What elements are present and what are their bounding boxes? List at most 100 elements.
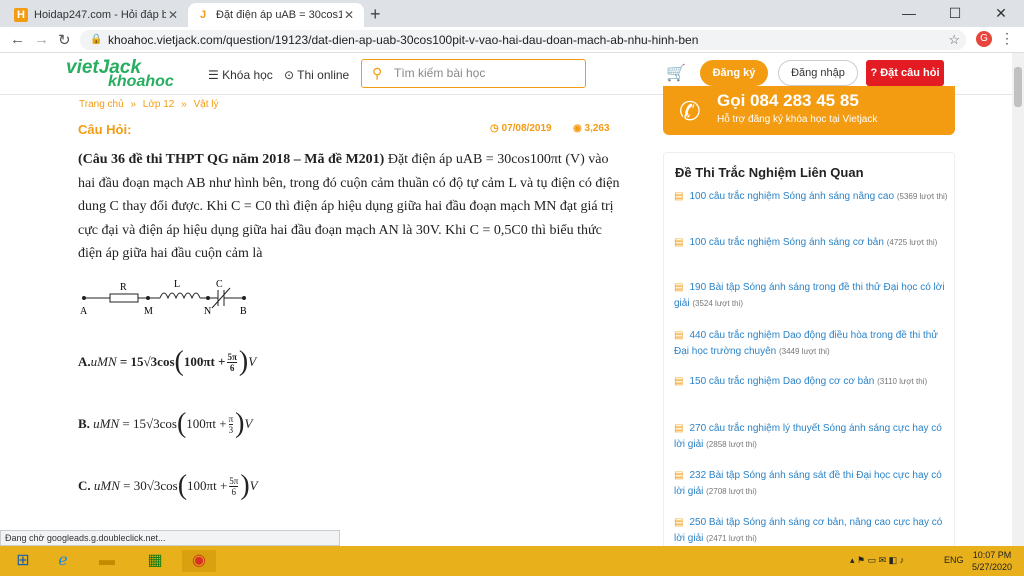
menu-khoa-hoc[interactable]: ☰ Khóa học bbox=[208, 68, 273, 82]
hotline-subtitle: Hỗ trợ đăng ký khóa học tại Vietjack bbox=[717, 114, 878, 125]
language-indicator[interactable]: ENG bbox=[944, 555, 964, 565]
profile-avatar[interactable]: G bbox=[976, 31, 992, 47]
store-icon[interactable]: ▦ bbox=[140, 550, 170, 572]
answer-b[interactable]: B. uMN = 15√3cos(100πt + π 3) V bbox=[78, 410, 252, 438]
breadcrumb-sep: » bbox=[130, 99, 136, 110]
document-icon: ▤ bbox=[674, 423, 684, 434]
question-views: ◉ 3,263 bbox=[573, 123, 610, 134]
page-scrollbar[interactable] bbox=[1012, 53, 1024, 546]
tab-vietjack-question[interactable]: J Đặt điện áp uAB = 30cos100πt (V ✕ bbox=[188, 3, 364, 27]
document-icon: ▤ bbox=[674, 376, 684, 387]
menu-thi-online[interactable]: ⊙ Thi online bbox=[284, 68, 349, 82]
minimize-icon[interactable]: — bbox=[886, 0, 932, 27]
views-text: 3,263 bbox=[584, 123, 610, 134]
answer-label: A. bbox=[78, 354, 91, 369]
reload-icon[interactable]: ↻ bbox=[58, 31, 71, 49]
hoidap-favicon-icon: H bbox=[14, 8, 28, 22]
related-item[interactable]: ▤ 100 câu trắc nghiệm Sóng ánh sáng nâng … bbox=[674, 189, 950, 205]
tab-title: Đặt điện áp uAB = 30cos100πt (V bbox=[216, 9, 342, 21]
close-window-icon[interactable]: ✕ bbox=[978, 0, 1024, 27]
internet-explorer-icon[interactable]: ℯ bbox=[48, 550, 78, 572]
answer-unit: V bbox=[244, 416, 253, 431]
tab-hoidap247[interactable]: H Hoidap247.com - Hỏi đáp bài tập ✕ bbox=[6, 3, 188, 27]
back-icon[interactable]: ← bbox=[10, 31, 25, 48]
question-text: (Câu 36 đề thi THPT QG năm 2018 – Mã đề … bbox=[78, 148, 623, 266]
bookmark-star-icon[interactable]: ☆ bbox=[948, 30, 960, 50]
label-B: B bbox=[240, 306, 247, 317]
date-text: 07/08/2019 bbox=[501, 123, 552, 134]
register-button[interactable]: Đăng ký bbox=[700, 60, 768, 86]
breadcrumb-grade[interactable]: Lớp 12 bbox=[143, 99, 175, 110]
clock-time: 10:07 PM bbox=[972, 550, 1012, 560]
breadcrumb-home[interactable]: Trang chủ bbox=[79, 99, 124, 110]
browser-menu-icon[interactable]: ⋮ bbox=[1000, 30, 1014, 47]
related-item[interactable]: ▤ 250 Bài tập Sóng ánh sáng cơ bản, nâng … bbox=[674, 515, 950, 546]
related-item-views: (5369 lượt thi) bbox=[896, 192, 948, 201]
frac-den: 3 bbox=[228, 424, 234, 435]
related-item-title: 100 câu trắc nghiệm Sóng ánh sáng cơ bản bbox=[689, 237, 884, 248]
tray-icons[interactable]: ▴ ⚑ ▭ ✉ ◧ ♪ bbox=[850, 555, 904, 566]
khoahoc-logo[interactable]: khoahoc bbox=[108, 73, 174, 91]
login-button[interactable]: Đăng nhập bbox=[778, 60, 858, 86]
check-circle-icon: ⊙ bbox=[284, 68, 298, 82]
answer-arg: 100πt + bbox=[183, 354, 226, 369]
button-label: Đặt câu hỏi bbox=[880, 67, 940, 79]
related-item[interactable]: ▤ 100 câu trắc nghiệm Sóng ánh sáng cơ bả… bbox=[674, 235, 950, 251]
answer-c[interactable]: C. uMN = 30√3cos(100πt +5π 6) V bbox=[78, 472, 258, 500]
related-title: Đề Thi Trắc Nghiệm Liên Quan bbox=[675, 165, 864, 180]
related-item-views: (2708 lượt thi) bbox=[706, 486, 757, 496]
breadcrumb-sep: » bbox=[181, 99, 187, 110]
file-explorer-icon[interactable]: ▬ bbox=[92, 550, 122, 572]
answer-a[interactable]: A. uMN = 15√3cos(100πt +5π 6) V bbox=[78, 348, 256, 376]
answer-fraction: 5π 6 bbox=[227, 352, 237, 373]
answer-label: C. bbox=[78, 478, 91, 493]
document-icon: ▤ bbox=[674, 282, 684, 293]
close-tab-icon[interactable]: ✕ bbox=[342, 8, 356, 22]
related-item-views: (4725 lượt thi) bbox=[886, 238, 938, 247]
forward-icon[interactable]: → bbox=[34, 31, 49, 48]
label-M: M bbox=[144, 306, 153, 317]
chrome-icon[interactable]: ◉ bbox=[182, 550, 216, 572]
hotline-banner[interactable]: ✆ Gọi 084 283 45 85 Hỗ trợ đăng ký khóa … bbox=[663, 86, 955, 135]
taskbar-clock[interactable]: 10:07 PM 5/27/2020 bbox=[972, 549, 1012, 573]
question-heading: Câu Hỏi: bbox=[78, 122, 132, 137]
answer-var: uMN bbox=[93, 478, 120, 493]
related-item-views: (2471 lượt thi) bbox=[706, 533, 757, 543]
paren-close: ) bbox=[240, 470, 250, 501]
question-icon: ? bbox=[870, 67, 881, 79]
phone-icon: ✆ bbox=[679, 96, 701, 126]
address-bar: ← → ↻ 🔒 khoahoc.vietjack.com/question/19… bbox=[0, 27, 1024, 53]
related-item-title: 150 câu trắc nghiệm Dao động cơ cơ bản bbox=[689, 376, 875, 387]
answer-var: uMN bbox=[90, 354, 117, 369]
related-item[interactable]: ▤ 440 câu trắc nghiệm Dao động điều hòa t… bbox=[674, 328, 950, 359]
related-exams-panel: Đề Thi Trắc Nghiệm Liên Quan ▤ 100 câu tr… bbox=[663, 152, 955, 552]
search-input[interactable]: ⚲ Tìm kiếm bài học bbox=[361, 59, 586, 88]
related-item-views: (3449 lượt thi) bbox=[778, 346, 830, 356]
related-item-views: (3110 lượt thi) bbox=[877, 377, 928, 386]
close-tab-icon[interactable]: ✕ bbox=[166, 8, 180, 22]
related-item[interactable]: ▤ 232 Bài tập Sóng ánh sáng sát đề thi Đạ… bbox=[674, 468, 950, 499]
frac-num: π bbox=[228, 413, 234, 425]
breadcrumb-subject[interactable]: Vật lý bbox=[194, 99, 219, 110]
answer-arg: 100πt + bbox=[187, 478, 228, 493]
frac-num: 5π bbox=[229, 475, 239, 487]
related-item[interactable]: ▤ 190 Bài tập Sóng ánh sáng trong đề thi … bbox=[674, 280, 950, 311]
new-tab-icon[interactable]: + bbox=[370, 4, 381, 25]
cart-icon[interactable]: 🛒 bbox=[666, 63, 686, 83]
windows-taskbar: ⊞ ℯ ▬ ▦ ◉ ▴ ⚑ ▭ ✉ ◧ ♪ ENG 10:07 PM 5/27/… bbox=[0, 546, 1024, 576]
related-item-title: 100 câu trắc nghiệm Sóng ánh sáng nâng c… bbox=[689, 191, 895, 202]
ask-question-button[interactable]: ? Đặt câu hỏi bbox=[866, 60, 944, 86]
breadcrumb: Trang chủ » Lớp 12 » Vật lý bbox=[79, 99, 223, 110]
url-text: khoahoc.vietjack.com/question/19123/dat-… bbox=[108, 33, 699, 47]
url-input[interactable]: 🔒 khoahoc.vietjack.com/question/19123/da… bbox=[80, 30, 966, 50]
paren-close: ) bbox=[238, 346, 249, 377]
document-icon: ▤ bbox=[674, 191, 684, 202]
related-item[interactable]: ▤ 270 câu trắc nghiệm lý thuyết Sóng ánh … bbox=[674, 421, 950, 452]
scrollbar-thumb[interactable] bbox=[1014, 67, 1022, 107]
label-R: R bbox=[120, 282, 127, 293]
paren-open: ( bbox=[177, 470, 188, 501]
windows-start-icon[interactable]: ⊞ bbox=[8, 550, 38, 572]
maximize-icon[interactable]: ☐ bbox=[932, 0, 978, 27]
related-item[interactable]: ▤ 150 câu trắc nghiệm Dao động cơ cơ bản … bbox=[674, 374, 950, 390]
answer-unit: V bbox=[249, 478, 258, 493]
